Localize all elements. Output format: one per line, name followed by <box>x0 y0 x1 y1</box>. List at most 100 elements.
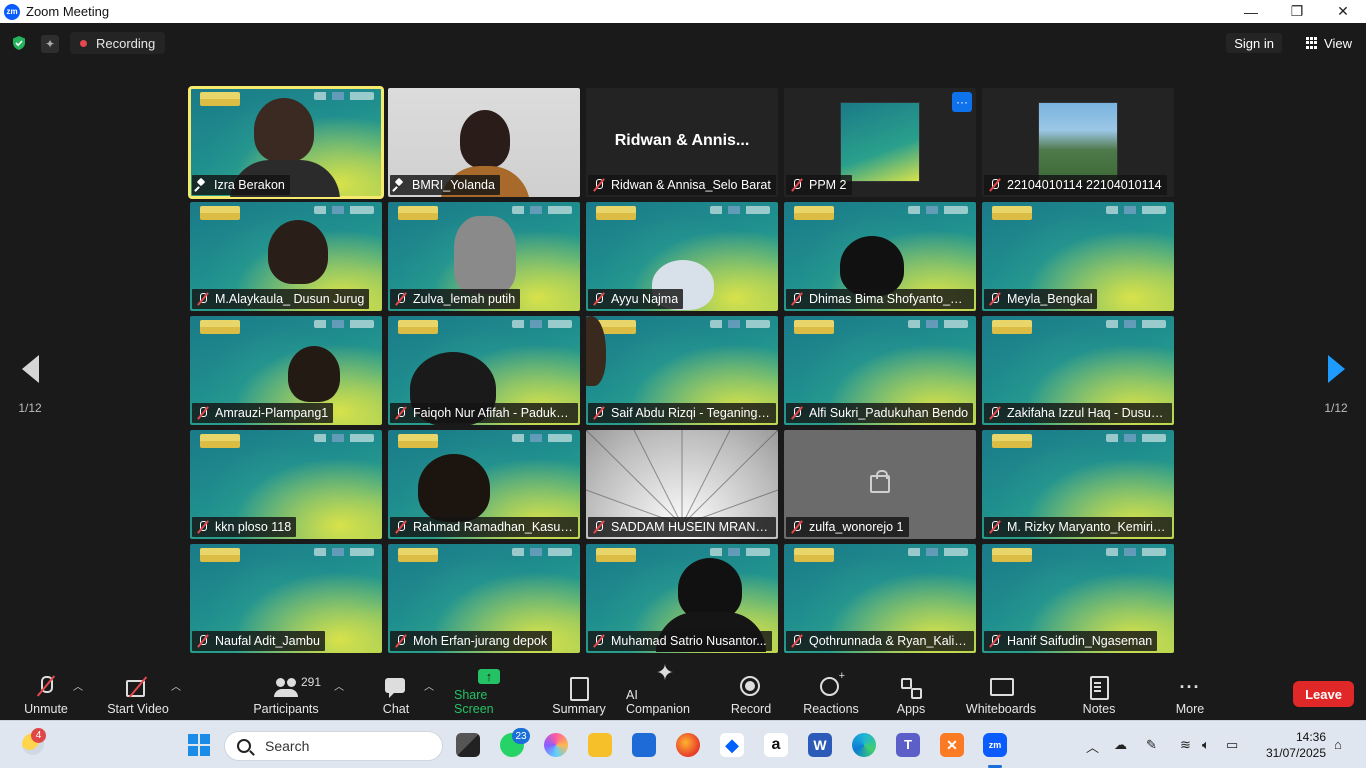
weather-badge: 4 <box>31 728 46 743</box>
participant-name: PPM 2 <box>809 178 847 192</box>
video-tile[interactable]: Zakifaha Izzul Haq - Dusun ... <box>982 316 1174 425</box>
whiteboards-button[interactable]: Whiteboards <box>966 670 1036 716</box>
video-tile[interactable]: Muhamad Satrio Nusantor... <box>586 544 778 653</box>
reactions-label: Reactions <box>803 702 859 716</box>
amazon-icon[interactable]: a <box>764 733 788 757</box>
more-button[interactable]: ··· More <box>1174 670 1206 717</box>
reactions-button[interactable]: Reactions <box>803 670 859 716</box>
mic-muted-icon <box>988 178 1002 192</box>
participant-name: Rahmad Ramadhan_Kasuran <box>413 520 573 534</box>
previous-page-button[interactable]: 1/12 <box>10 355 50 415</box>
task-view-icon[interactable] <box>456 733 480 757</box>
summary-button[interactable]: Summary <box>552 670 606 716</box>
participant-name-label: Amrauzi-Plampang1 <box>192 403 334 423</box>
dropbox-icon[interactable]: ◆ <box>720 733 744 757</box>
video-tile[interactable]: ··· PPM 2 <box>784 88 976 197</box>
taskbar-search[interactable]: Search <box>224 731 443 761</box>
volume-icon[interactable]: 🔈︎ <box>1202 737 1210 753</box>
video-tile[interactable]: Amrauzi-Plampang1 <box>190 316 382 425</box>
notes-button[interactable]: Notes <box>1082 670 1116 716</box>
audio-options-caret[interactable]: ︿ <box>73 678 83 693</box>
video-tile[interactable]: Hanif Saifudin_Ngaseman <box>982 544 1174 653</box>
video-tile[interactable]: kkn ploso 118 <box>190 430 382 539</box>
video-tile[interactable]: Faiqoh Nur Afifah - Paduku... <box>388 316 580 425</box>
word-icon[interactable]: W <box>808 733 832 757</box>
unmute-label: Unmute <box>24 702 68 716</box>
show-hidden-icons-icon[interactable]: ︿ <box>1086 737 1099 755</box>
video-tile[interactable]: Alfi Sukri_Padukuhan Bendo <box>784 316 976 425</box>
participant-name-label: Hanif Saifudin_Ngaseman <box>984 631 1158 651</box>
chat-options-caret[interactable]: ︿ <box>424 678 434 693</box>
zoom-app-icon[interactable]: zm <box>983 733 1007 757</box>
apps-button[interactable]: Apps <box>896 670 926 716</box>
participant-name-label: 22104010114 22104010114 <box>984 175 1167 195</box>
record-button[interactable]: Record <box>731 670 771 716</box>
video-tile[interactable]: Naufal Adit_Jambu <box>190 544 382 653</box>
page-indicator-left: 1/12 <box>18 401 42 415</box>
windows-start-icon[interactable] <box>188 734 210 756</box>
mic-muted-icon <box>988 634 1002 648</box>
clock[interactable]: 14:36 31/07/2025 <box>1256 729 1326 761</box>
gallery-grid: Izra Berakon BMRI_Yolanda Ridwan & Annis… <box>188 86 1176 653</box>
video-tile[interactable]: Rahmad Ramadhan_Kasuran <box>388 430 580 539</box>
video-options-caret[interactable]: ︿ <box>171 678 181 693</box>
video-tile[interactable]: Ridwan & Annis... Ridwan & Annisa_Selo B… <box>586 88 778 197</box>
firefox-icon[interactable] <box>676 733 700 757</box>
next-page-button[interactable]: 1/12 <box>1316 355 1356 415</box>
participant-name-display: Ridwan & Annis... <box>614 132 750 149</box>
video-off-icon <box>870 470 890 493</box>
video-tile[interactable]: M. Rizky Maryanto_Kemiri-... <box>982 430 1174 539</box>
microsoft-store-icon[interactable] <box>632 733 656 757</box>
mic-muted-icon <box>196 520 210 534</box>
video-tile[interactable]: zulfa_wonorejo 1 <box>784 430 976 539</box>
unmute-button[interactable]: Unmute <box>22 670 70 716</box>
mic-muted-icon <box>790 520 804 534</box>
video-tile[interactable]: Zulva_lemah putih <box>388 202 580 311</box>
share-screen-button[interactable]: ↑ Share Screen <box>454 669 524 716</box>
more-options-button[interactable]: ··· <box>952 92 972 112</box>
view-button[interactable]: View <box>1300 33 1358 53</box>
search-placeholder: Search <box>265 738 310 754</box>
profile-picture <box>1038 102 1118 182</box>
video-tile[interactable]: Meyla_Bengkal <box>982 202 1174 311</box>
video-tile[interactable]: Moh Erfan-jurang depok <box>388 544 580 653</box>
onedrive-icon[interactable]: ☁ <box>1114 737 1127 753</box>
video-tile[interactable]: Qothrunnada & Ryan_Kalis... <box>784 544 976 653</box>
edge-icon[interactable] <box>852 733 876 757</box>
participant-video <box>268 220 328 284</box>
sign-in-button[interactable]: Sign in <box>1226 33 1282 53</box>
ai-companion-button[interactable]: ✦ AI Companion <box>626 662 704 717</box>
file-explorer-icon[interactable] <box>588 733 612 757</box>
copilot-icon[interactable] <box>544 733 568 757</box>
participants-options-caret[interactable]: ︿ <box>334 678 344 693</box>
ai-sparkle-icon[interactable]: ✦ <box>41 35 59 53</box>
xampp-icon[interactable]: ✕ <box>940 733 964 757</box>
wifi-icon[interactable]: ≋ <box>1180 737 1191 753</box>
video-tile[interactable]: M.Alaykaula_ Dusun Jurug <box>190 202 382 311</box>
search-icon <box>237 739 251 753</box>
video-tile[interactable]: Dhimas Bima Shofyanto_Be... <box>784 202 976 311</box>
notifications-icon[interactable]: ⌂ <box>1334 737 1342 753</box>
battery-icon[interactable]: ▭ <box>1226 737 1238 753</box>
video-tile[interactable]: BMRI_Yolanda <box>388 88 580 197</box>
participant-name: Saif Abdu Rizqi - Teganing ... <box>611 406 771 420</box>
chat-button[interactable]: Chat <box>378 670 414 716</box>
start-video-button[interactable]: Start Video <box>106 670 170 716</box>
recording-indicator[interactable]: Recording <box>70 32 166 54</box>
mic-muted-icon <box>988 520 1002 534</box>
close-button[interactable]: ✕ <box>1320 0 1366 23</box>
participant-name: kkn ploso 118 <box>215 520 292 534</box>
video-tile[interactable]: Ayyu Najma <box>586 202 778 311</box>
apps-icon <box>899 676 923 699</box>
maximize-button[interactable]: ❐ <box>1274 0 1320 23</box>
language-icon[interactable]: ✎ <box>1146 737 1157 753</box>
shield-icon[interactable] <box>11 35 27 51</box>
video-tile[interactable]: Izra Berakon <box>188 86 384 199</box>
zoom-logo-icon: zm <box>4 3 20 20</box>
minimize-button[interactable]: — <box>1228 0 1274 23</box>
teams-icon[interactable]: T <box>896 733 920 757</box>
video-tile[interactable]: SADDAM HUSEIN MRANG... <box>586 430 778 539</box>
video-tile[interactable]: 22104010114 22104010114 <box>982 88 1174 197</box>
leave-button[interactable]: Leave <box>1293 681 1354 707</box>
video-tile[interactable]: Saif Abdu Rizqi - Teganing ... <box>586 316 778 425</box>
